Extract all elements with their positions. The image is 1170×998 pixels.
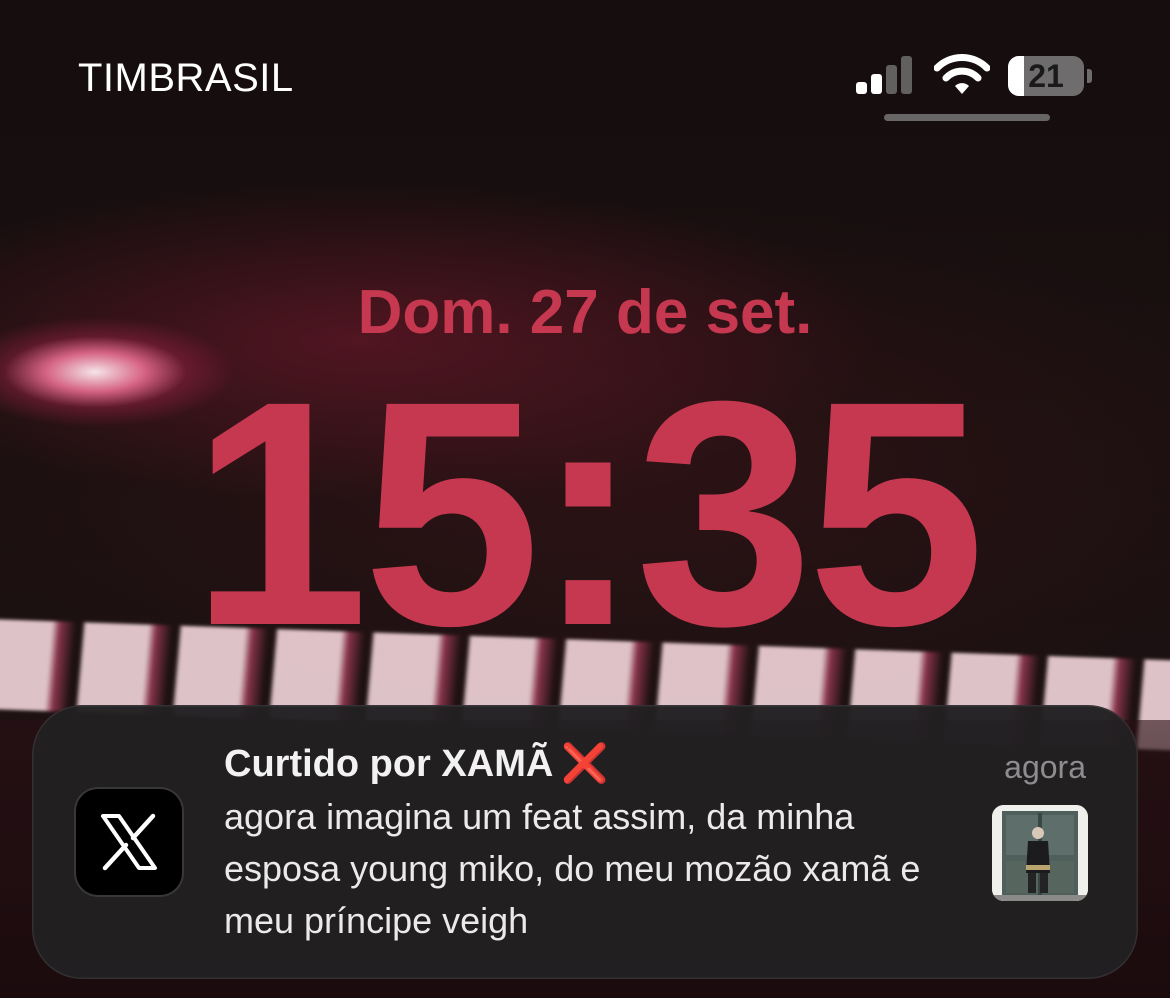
photo-thumbnail [992, 805, 1088, 901]
signal-bar [856, 82, 867, 94]
notification-title: Curtido por XAMÃ ❌ [224, 741, 609, 787]
notification-body: agora imagina um feat assim, da minha es… [224, 796, 921, 941]
signal-bar [901, 56, 912, 94]
thumbnail-image [992, 805, 1088, 901]
carrier-name: TIMBRASIL [78, 56, 294, 100]
cross-mark-emoji: ❌ [561, 743, 609, 785]
notification-title-text: Curtido por XAMÃ [224, 743, 554, 785]
signal-bar [871, 74, 882, 94]
battery-body: 21 [1008, 56, 1084, 96]
x-glyph [101, 813, 157, 871]
notification-center-grabber[interactable] [884, 114, 1050, 121]
notification-card[interactable]: Curtido por XAMÃ ❌ agora agora imagina um… [32, 705, 1138, 979]
wifi-icon [934, 54, 990, 94]
battery-indicator: 21 [1008, 56, 1092, 96]
battery-level: 21 [1028, 58, 1064, 94]
battery-tip [1087, 69, 1092, 83]
cellular-signal-icon [856, 56, 912, 94]
x-logo-icon [74, 787, 184, 897]
notification-timestamp: agora [1004, 749, 1086, 785]
signal-bar [886, 65, 897, 94]
lock-screen-clock: 15:35 [190, 334, 985, 692]
lock-screen: TIMBRASIL 21 Dom. 27 de set. 15:35 Curti… [0, 0, 1170, 998]
